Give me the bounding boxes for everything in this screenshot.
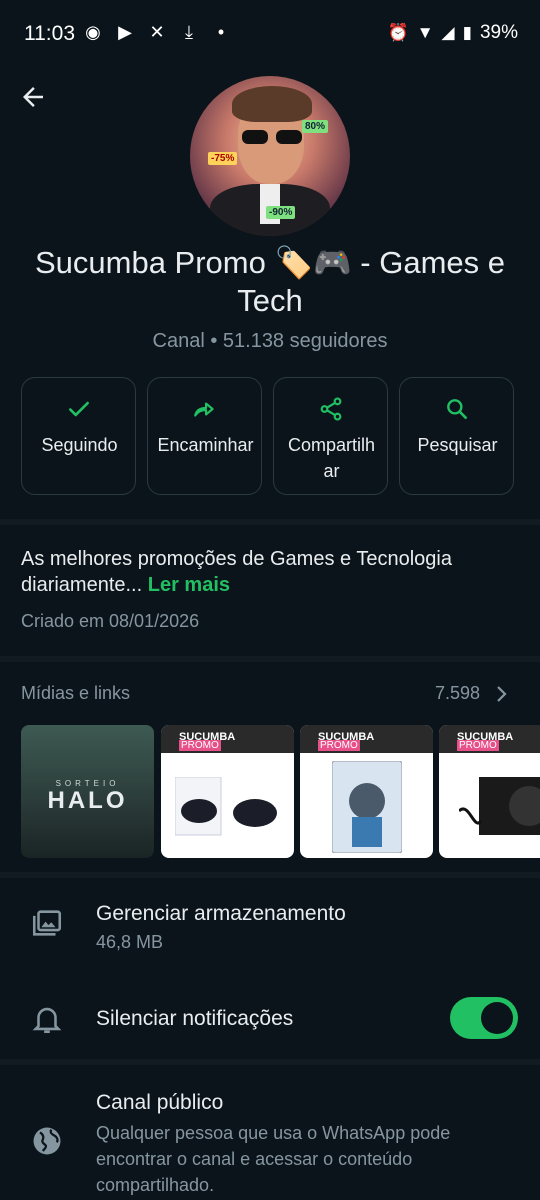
following-button[interactable]: Seguindo <box>21 377 136 495</box>
public-channel-desc: Qualquer pessoa que usa o WhatsApp pode … <box>96 1123 451 1195</box>
thumb-badge: PROMO <box>457 740 499 751</box>
channel-description: As melhores promoções de Games e Tecnolo… <box>21 546 521 598</box>
controller-image <box>175 777 277 836</box>
share-button[interactable]: Compartilhar <box>273 377 388 495</box>
avatar-tag-90: -90% <box>266 206 296 219</box>
avatar-hair <box>232 86 312 122</box>
thumb-title: HALO <box>47 787 128 814</box>
back-arrow-icon[interactable] <box>18 82 48 112</box>
manage-storage-title[interactable]: Gerenciar armazenamento <box>96 902 346 926</box>
system-icons: ⏰ ▼ ◢ ▮ 39% <box>388 22 518 44</box>
media-thumbnails: SORTEIO HALO SUCUMBA PROMO SUCUMBA PROMO… <box>21 725 540 858</box>
storage-size: 46,8 MB <box>96 932 164 952</box>
search-icon <box>447 399 467 419</box>
section-divider <box>0 872 540 878</box>
x-icon: ✕ <box>149 22 165 42</box>
battery-icon: ▮ <box>462 23 472 42</box>
thumb-banner: SUCUMBA PROMO <box>300 725 433 753</box>
chevron-right-icon[interactable] <box>494 684 510 704</box>
media-thumb-psu[interactable]: SUCUMBA PROMO <box>439 725 540 858</box>
thumb-badge: PROMO <box>318 740 360 751</box>
avatar-glasses <box>242 130 302 144</box>
alarm-icon: ⏰ <box>387 23 409 42</box>
psu-image <box>459 777 540 835</box>
whatsapp-icon: ◉ <box>85 22 101 42</box>
search-button[interactable]: Pesquisar <box>399 377 514 495</box>
channel-title: Sucumba Promo 🏷️🎮 - Games e Tech <box>34 245 505 318</box>
storage-icon <box>32 910 62 936</box>
mute-toggle[interactable] <box>450 997 518 1039</box>
battery-level: 39% <box>479 22 518 43</box>
download-icon: ⤓ <box>185 22 193 42</box>
thumb-banner: SUCUMBA PROMO <box>161 725 294 753</box>
read-more-link[interactable]: Ler mais <box>148 574 230 596</box>
youtube-icon: ▶ <box>118 22 132 42</box>
channel-meta: Canal • 51.138 seguidores <box>152 330 388 352</box>
globe-icon <box>33 1127 61 1155</box>
notification-icons: ◉ ▶ ✕ ⤓ • <box>82 22 232 43</box>
following-label: Seguindo <box>41 435 118 455</box>
forward-button[interactable]: Encaminhar <box>147 377 262 495</box>
media-heading[interactable]: Mídias e links <box>21 683 130 704</box>
avatar-tag-80: 80% <box>302 120 329 133</box>
section-divider <box>0 519 540 525</box>
signal-icon: ◢ <box>441 23 455 42</box>
funko-image <box>332 761 402 853</box>
status-bar: 11:03 ◉ ▶ ✕ ⤓ • ⏰ ▼ ◢ ▮ 39% <box>0 0 540 68</box>
action-row: Seguindo Encaminhar Compartilhar Pesquis… <box>21 377 514 495</box>
section-divider <box>0 1059 540 1065</box>
media-count[interactable]: 7.598 <box>435 683 480 704</box>
check-icon <box>69 401 89 417</box>
public-channel-title: Canal público <box>96 1091 224 1114</box>
thumb-banner: SUCUMBA PROMO <box>439 725 540 753</box>
toggle-knob <box>481 1002 513 1034</box>
channel-avatar[interactable]: 80% -75% -90% <box>190 76 350 236</box>
status-time: 11:03 <box>24 22 75 45</box>
dot-icon: • <box>217 22 225 42</box>
avatar-tag-75: -75% <box>208 152 238 165</box>
media-thumb-controller[interactable]: SUCUMBA PROMO <box>161 725 294 858</box>
wifi-icon: ▼ <box>416 23 434 42</box>
forward-icon <box>194 402 214 417</box>
forward-label: Encaminhar <box>157 435 254 455</box>
share-icon <box>320 397 342 421</box>
search-label: Pesquisar <box>417 435 498 455</box>
share-label: Compartilhar <box>287 435 376 481</box>
media-thumb-halo[interactable]: SORTEIO HALO <box>21 725 154 858</box>
media-thumb-funko[interactable]: SUCUMBA PROMO <box>300 725 433 858</box>
section-divider <box>0 656 540 662</box>
thumb-badge: PROMO <box>179 740 221 751</box>
created-date: Criado em 08/01/2026 <box>21 611 200 631</box>
bell-icon <box>32 1007 62 1034</box>
mute-notifications-title: Silenciar notificações <box>96 1007 294 1030</box>
description-text: As melhores promoções de Games e Tecnolo… <box>21 548 452 596</box>
